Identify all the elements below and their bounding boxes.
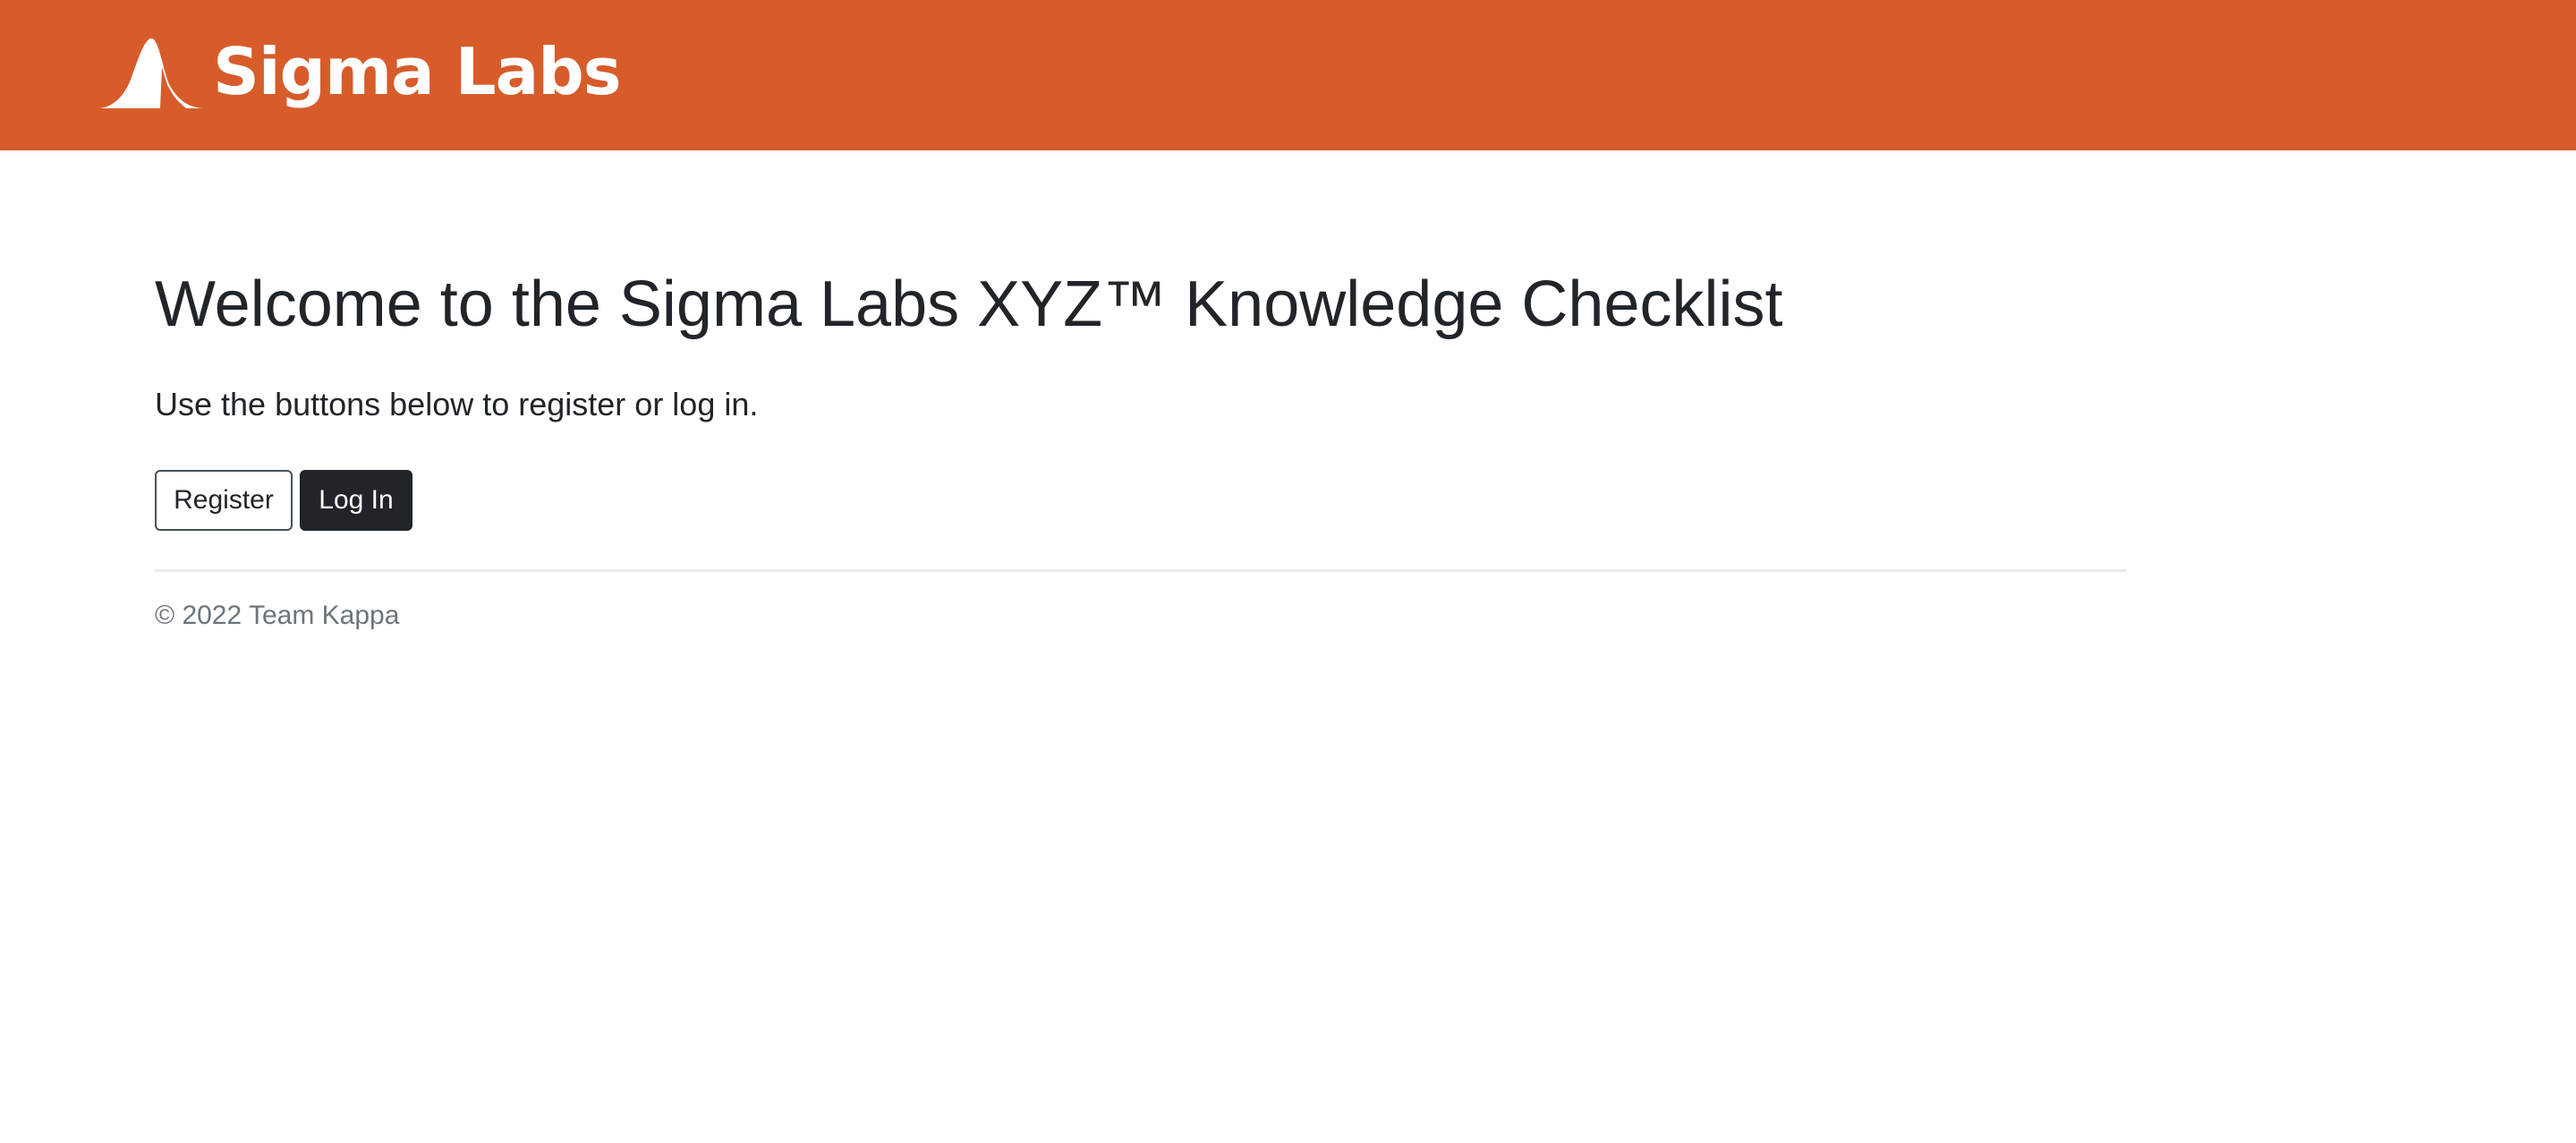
page-title: Welcome to the Sigma Labs XYZ™ Knowledge…: [155, 269, 1783, 340]
register-button[interactable]: Register: [155, 470, 293, 531]
lead-text: Use the buttons below to register or log…: [155, 386, 759, 422]
brand-name: Sigma Labs: [213, 34, 622, 109]
login-button[interactable]: Log In: [300, 470, 412, 531]
brand-logo-link[interactable]: Sigma Labs: [100, 32, 622, 115]
bell-curve-logo-icon: [100, 38, 206, 108]
footer-divider: [155, 569, 2127, 572]
top-navbar: Sigma Labs: [0, 0, 2576, 150]
copyright-text: © 2022 Team Kappa: [155, 601, 400, 630]
